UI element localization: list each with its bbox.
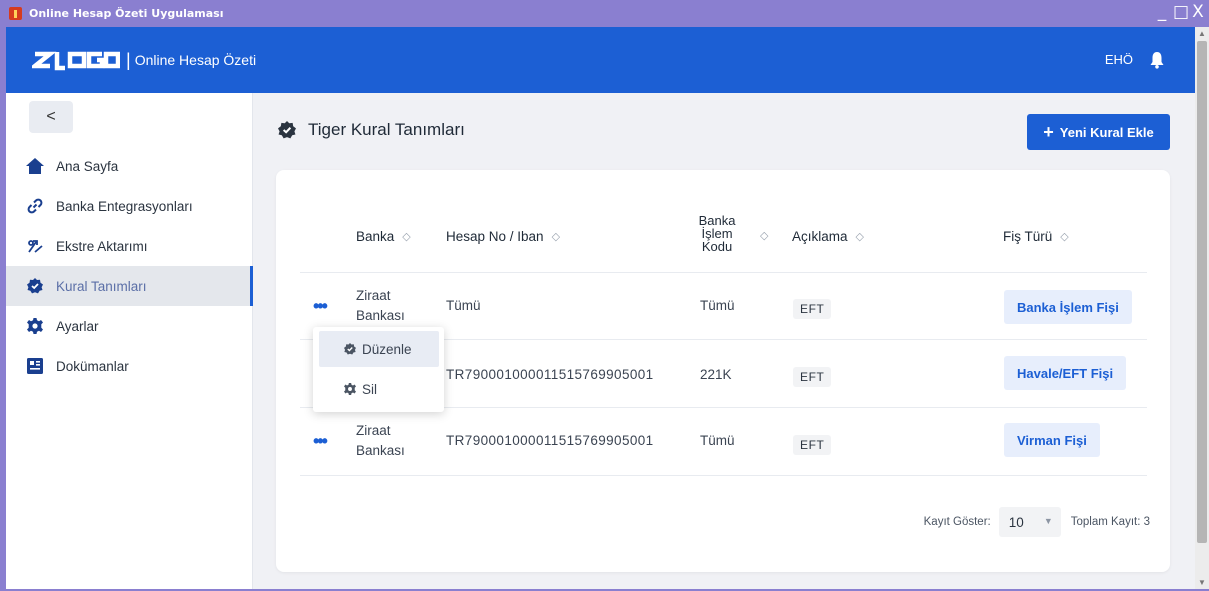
document-icon: [26, 357, 44, 375]
brand-logo[interactable]: | Online Hesap Özeti: [32, 49, 256, 71]
scroll-up-arrow-icon[interactable]: ▲: [1198, 29, 1206, 38]
sort-icon: ◇: [855, 231, 864, 243]
cell-text: Bankası: [356, 443, 405, 458]
column-header-banka[interactable]: Banka ◇: [356, 229, 411, 244]
elogo-logo-icon: [32, 51, 120, 71]
sidebar-item-ayarlar[interactable]: Ayarlar: [6, 306, 253, 346]
user-initials[interactable]: EHÖ: [1105, 52, 1133, 67]
cell-text: Ziraat: [356, 423, 391, 438]
page-title: Tiger Kural Tanımları: [308, 120, 465, 139]
sort-icon-islem[interactable]: ◇: [752, 229, 768, 242]
sort-icon: ◇: [760, 230, 769, 242]
sidebar-item-label: Ana Sayfa: [56, 158, 119, 174]
gear-icon: [344, 383, 356, 395]
sidebar-collapse-button[interactable]: <: [29, 101, 73, 133]
add-rule-button[interactable]: + Yeni Kural Ekle: [1027, 114, 1170, 150]
transfer-icon: [26, 237, 44, 255]
add-rule-button-label: Yeni Kural Ekle: [1059, 124, 1154, 140]
sort-icon: ◇: [402, 231, 411, 243]
window-controls: _ □ X: [1155, 2, 1205, 22]
cell-banka: Ziraat Bankası: [356, 421, 405, 461]
vertical-scrollbar[interactable]: ▲ ▼: [1195, 27, 1209, 589]
aciklama-tag: EFT: [793, 299, 832, 319]
cell-islem: Tümü: [700, 433, 735, 448]
app-header: | Online Hesap Özeti EHÖ: [6, 27, 1195, 93]
cell-hesap: Tümü: [446, 298, 481, 313]
sidebar-item-label: Dokümanlar: [56, 358, 129, 374]
aciklama-tag: EFT: [793, 367, 832, 387]
aciklama-tag: EFT: [793, 435, 832, 455]
cell-hesap: TR790001000011515769905001: [446, 367, 654, 382]
fis-type-button[interactable]: Banka İşlem Fişi: [1004, 290, 1132, 324]
cell-islem: 221K: [700, 367, 732, 382]
link-icon: [26, 197, 44, 215]
sort-icon: ◇: [1060, 231, 1069, 243]
logo-divider: |: [126, 49, 131, 70]
badge-check-icon: [344, 343, 356, 355]
page-size-select[interactable]: 10 ▼: [998, 507, 1061, 537]
cell-text: Ziraat: [356, 288, 391, 303]
sidebar-item-dokumanlar[interactable]: Dokümanlar: [6, 346, 253, 386]
cell-hesap: TR790001000011515769905001: [446, 433, 654, 448]
page-size-label: Kayıt Göster:: [923, 516, 991, 528]
scroll-down-arrow-icon[interactable]: ▼: [1198, 578, 1206, 587]
row-actions-more-icon[interactable]: •••: [313, 431, 328, 452]
row-divider: [300, 475, 1147, 476]
page-size-value: 10: [1008, 514, 1024, 530]
sidebar-nav: Ana Sayfa Banka Entegrasyonları Ekstre A…: [6, 146, 253, 386]
app-icon: [9, 7, 22, 20]
window-title: Online Hesap Özeti Uygulaması: [29, 7, 224, 20]
menu-item-label: Sil: [362, 381, 378, 397]
fis-type-button[interactable]: Havale/EFT Fişi: [1004, 356, 1127, 390]
home-icon: [26, 157, 44, 175]
column-header-label: Hesap No / Iban: [446, 229, 544, 244]
bell-icon[interactable]: [1149, 51, 1165, 69]
minimize-button[interactable]: _: [1155, 2, 1169, 22]
close-button[interactable]: X: [1191, 2, 1205, 22]
sidebar-item-label: Ayarlar: [56, 318, 99, 334]
total-records: Toplam Kayıt: 3: [1070, 516, 1150, 528]
sidebar-item-label: Ekstre Aktarımı: [56, 238, 148, 254]
sort-icon: ◇: [551, 231, 561, 243]
column-header-label: Fiş Türü: [1003, 229, 1053, 244]
app-name: Online Hesap Özeti: [134, 52, 257, 68]
chevron-down-icon: ▼: [1043, 516, 1053, 526]
sidebar-item-label: Banka Entegrasyonları: [56, 198, 193, 214]
maximize-button[interactable]: □: [1173, 2, 1189, 22]
badge-check-icon: [278, 121, 296, 139]
cell-banka: Ziraat Bankası: [356, 286, 405, 326]
column-header-aciklama[interactable]: Açıklama ◇: [792, 229, 864, 244]
gear-icon: [26, 317, 44, 335]
sidebar: < Ana Sayfa Banka Entegrasyonları Ekstre…: [6, 93, 253, 589]
badge-check-icon: [26, 277, 44, 295]
column-header-label: Banka: [356, 229, 395, 244]
menu-item-delete[interactable]: Sil: [319, 371, 439, 407]
plus-icon: +: [1043, 121, 1054, 142]
row-divider: [300, 272, 1147, 273]
sidebar-item-ekstre-aktarimi[interactable]: Ekstre Aktarımı: [6, 226, 253, 266]
window-titlebar: Online Hesap Özeti Uygulaması _ □ X: [0, 0, 1209, 27]
column-header-label: Kodu: [701, 239, 733, 254]
fis-type-button[interactable]: Virman Fişi: [1004, 423, 1100, 457]
sidebar-item-kural-tanimlari[interactable]: Kural Tanımları: [6, 266, 253, 306]
scroll-thumb[interactable]: [1197, 41, 1207, 543]
cell-islem: Tümü: [700, 298, 735, 313]
row-context-menu: Düzenle Sil: [313, 327, 444, 412]
table-footer: Kayıt Göster: 10 ▼ Toplam Kayıt: 3: [924, 507, 1150, 537]
sidebar-item-banka-entegrasyonlari[interactable]: Banka Entegrasyonları: [6, 186, 253, 226]
sidebar-item-ana-sayfa[interactable]: Ana Sayfa: [6, 146, 253, 186]
page-title-area: Tiger Kural Tanımları: [278, 120, 465, 140]
row-actions-more-icon[interactable]: •••: [313, 296, 328, 317]
sidebar-item-label: Kural Tanımları: [56, 278, 147, 294]
column-header-islem-kodu[interactable]: Banka İşlem Kodu: [694, 214, 740, 253]
menu-item-edit[interactable]: Düzenle: [319, 331, 439, 367]
menu-item-label: Düzenle: [362, 341, 412, 357]
column-header-label: Açıklama: [792, 229, 848, 244]
column-header-hesap[interactable]: Hesap No / Iban ◇: [446, 229, 560, 244]
column-header-fis-turu[interactable]: Fiş Türü ◇: [1003, 229, 1069, 244]
cell-text: Bankası: [356, 308, 405, 323]
